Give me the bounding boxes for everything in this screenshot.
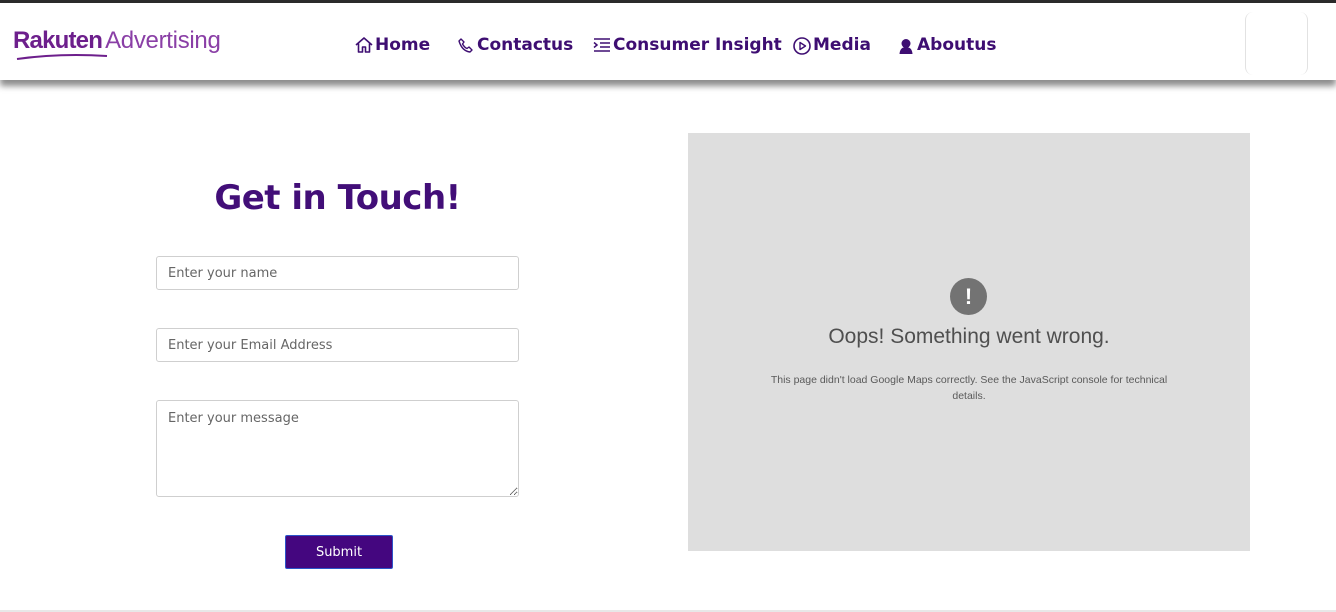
play-circle-icon (792, 35, 812, 55)
nav-home[interactable]: Home (354, 33, 430, 57)
name-input[interactable] (156, 256, 519, 290)
person-icon (896, 35, 916, 55)
nav-aboutus[interactable]: Aboutus (896, 33, 996, 57)
rakuten-advertising-logo[interactable]: Rakuten Advertising (13, 27, 221, 60)
nav-media[interactable]: Media (792, 33, 871, 57)
submit-button[interactable]: Submit (285, 535, 393, 569)
map-error-title: Oops! Something went wrong. (828, 325, 1110, 348)
logo-word-rakuten: Rakuten (13, 27, 103, 54)
profile-box[interactable] (1245, 12, 1308, 75)
nav-consumer-insight[interactable]: Consumer Insight (592, 33, 782, 57)
phone-icon (456, 35, 476, 55)
form-title: Get in Touch! (214, 178, 461, 218)
nav-contactus[interactable]: Contactus (456, 33, 573, 57)
list-indent-icon (592, 35, 612, 55)
nav-media-label: Media (813, 35, 871, 55)
logo-swoosh-icon (16, 54, 108, 60)
message-textarea[interactable] (156, 400, 519, 497)
logo-word-advertising: Advertising (105, 27, 221, 54)
nav-home-label: Home (375, 35, 431, 55)
email-input[interactable] (156, 328, 519, 362)
home-icon (354, 35, 374, 55)
map-container[interactable]: ! Oops! Something went wrong. This page … (688, 133, 1250, 551)
error-icon: ! (950, 278, 987, 315)
nav-contactus-label: Contactus (477, 35, 574, 55)
nav-consumer-insight-label: Consumer Insight (613, 35, 782, 55)
navbar: Rakuten Advertising Home Contactus Consu… (0, 3, 1336, 80)
nav-aboutus-label: Aboutus (917, 35, 997, 55)
map-error-detail: This page didn't load Google Maps correc… (770, 374, 1168, 402)
